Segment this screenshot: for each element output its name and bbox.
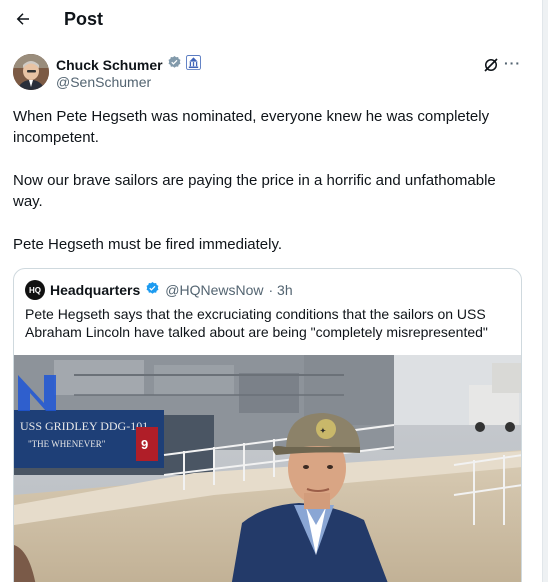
arrow-left-icon[interactable] — [12, 8, 34, 30]
page-title: Post — [64, 9, 104, 29]
quoted-author-handle[interactable]: @HQNewsNow — [165, 282, 263, 298]
quoted-author-name[interactable]: Headquarters — [50, 282, 140, 298]
verified-badge-icon — [167, 55, 182, 75]
quoted-tweet-text: Pete Hegseth says that the excruciating … — [25, 306, 488, 340]
tweet-author: Chuck Schumer @SenSchumer ··· — [13, 54, 533, 94]
ship-sign-text: "THE WHENEVER" — [28, 439, 106, 449]
more-options-icon[interactable]: ··· — [504, 55, 521, 71]
tweet-paragraph: Pete Hegseth must be fired immediately. — [13, 236, 283, 253]
tweet-paragraph: When Pete Hegseth was nominated, everyon… — [13, 108, 490, 146]
ship-sign-text: USS GRIDLEY DDG-101 — [20, 419, 148, 433]
author-handle[interactable]: @SenSchumer — [56, 74, 151, 90]
verified-badge-icon — [145, 281, 160, 299]
quoted-video[interactable]: USS GRIDLEY DDG-101 "THE WHENEVER" 9 ✦ — [14, 355, 521, 582]
author-name[interactable]: Chuck Schumer — [56, 57, 163, 73]
quoted-timestamp[interactable]: · 3h — [269, 282, 293, 298]
svg-text:✦: ✦ — [320, 427, 326, 435]
avatar[interactable] — [13, 54, 49, 90]
scrollbar-track[interactable] — [542, 0, 548, 582]
tweet-text: When Pete Hegseth was nominated, everyon… — [13, 106, 529, 255]
quoted-tweet[interactable]: HQ Headquarters @HQNewsNow · 3h Pete Heg… — [13, 268, 522, 582]
hull-number: 9 — [141, 437, 148, 452]
tweet-paragraph: Now our brave sailors are paying the pri… — [13, 172, 496, 210]
post-header: Post — [0, 0, 540, 40]
quoted-avatar[interactable]: HQ — [25, 280, 45, 300]
quoted-tweet-header: HQ Headquarters @HQNewsNow · 3h — [25, 280, 293, 300]
capitol-building-icon — [185, 55, 201, 75]
author-name-row: Chuck Schumer — [56, 55, 201, 75]
grok-icon[interactable] — [482, 56, 500, 74]
